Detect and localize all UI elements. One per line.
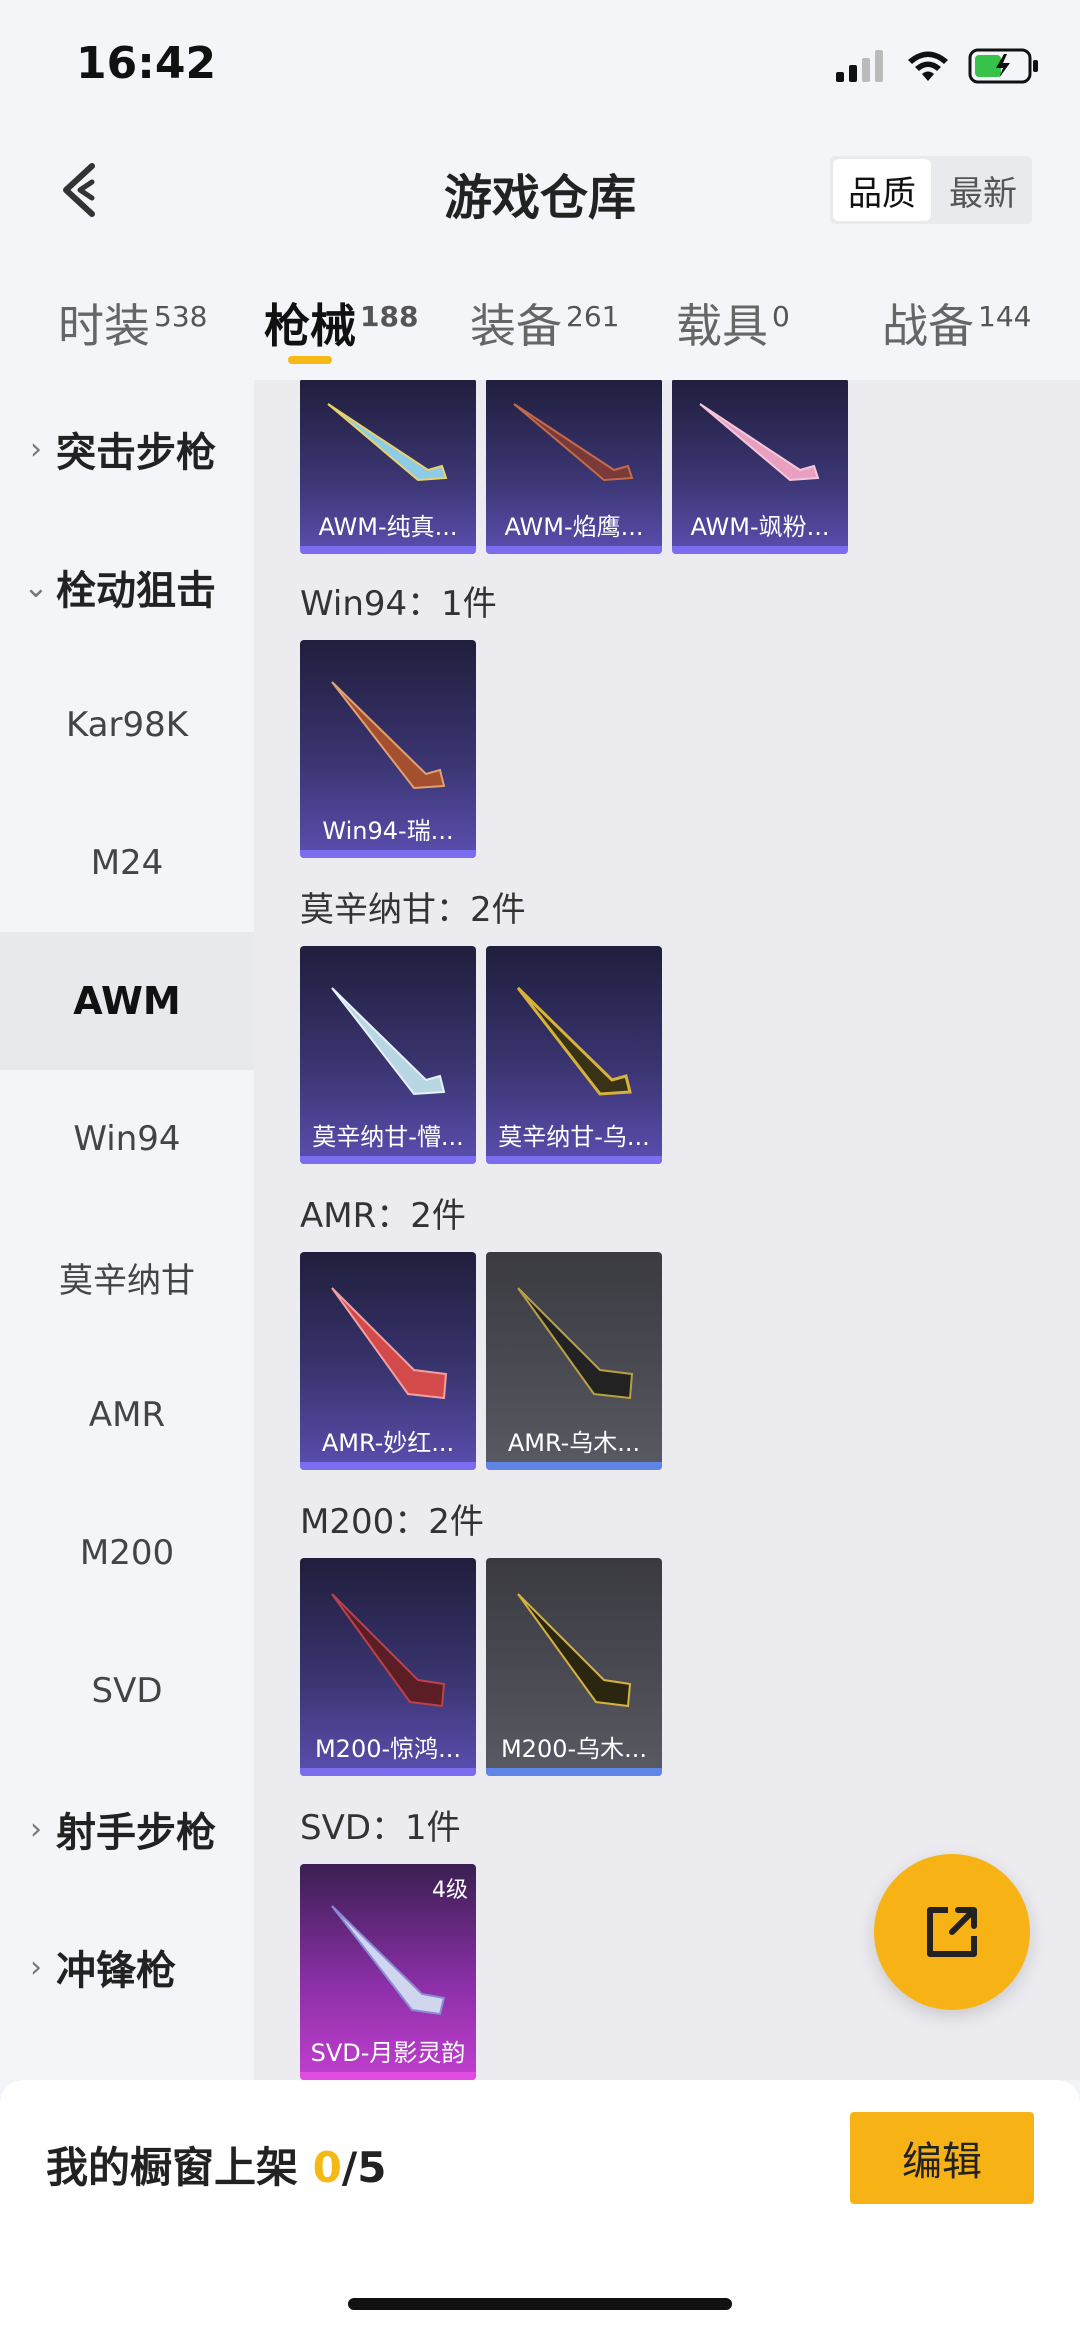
item-card[interactable]: 莫辛纳甘-懵... [300, 946, 476, 1164]
sidebar-item-marksman-rifle[interactable]: › 射手步枪 [0, 1760, 254, 1898]
item-card[interactable]: 莫辛纳甘-乌... [486, 946, 662, 1164]
rifle-icon [331, 1593, 446, 1708]
section-header-svd: SVD：1件 [300, 1808, 461, 1848]
item-card[interactable]: M200-乌木... [486, 1558, 662, 1776]
home-indicator [348, 2298, 732, 2310]
item-card[interactable]: Win94-瑞... [300, 640, 476, 858]
rifle-icon [699, 403, 820, 482]
chevron-down-icon: ⌄ [23, 569, 49, 605]
sidebar-item-m24[interactable]: M24 [0, 794, 254, 932]
sidebar-item-m200[interactable]: M200 [0, 1484, 254, 1622]
chevron-right-icon: › [30, 1811, 42, 1847]
item-card[interactable]: AWM-焰鹰... [486, 380, 662, 554]
showcase-status: 我的橱窗上架 0/5 [46, 2143, 387, 2192]
active-tab-indicator [288, 356, 332, 364]
sidebar-item-bolt-sniper[interactable]: ⌄ 栓动狙击 [0, 518, 254, 656]
chevron-right-icon: › [30, 431, 42, 467]
section-header-amr: AMR：2件 [300, 1196, 466, 1236]
sort-newest-button[interactable]: 最新 [934, 156, 1032, 224]
sidebar-item-svd[interactable]: SVD [0, 1622, 254, 1760]
sort-toggle: 品质 最新 [830, 156, 1032, 224]
rifle-icon [327, 403, 448, 482]
rifle-icon [331, 681, 446, 790]
section-header-m200: M200：2件 [300, 1502, 484, 1542]
rifle-icon [516, 986, 632, 1096]
sidebar-item-mosin[interactable]: 莫辛纳甘 [0, 1208, 254, 1346]
showcase-count: 0 [312, 2143, 342, 2192]
wifi-icon [908, 51, 948, 81]
sidebar-item-smg[interactable]: › 冲锋枪 [0, 1898, 254, 2036]
edit-button[interactable]: 编辑 [850, 2112, 1034, 2204]
section-header-win94: Win94：1件 [300, 584, 497, 624]
weapon-grid: AWM-纯真... AWM-焰鹰... AWM-飒粉... Win94：1件 W… [254, 380, 1080, 2080]
status-time: 16:42 [76, 38, 217, 89]
sidebar-item-assault-rifle[interactable]: › 突击步枪 [0, 380, 254, 518]
rifle-icon [517, 1287, 634, 1400]
tab-guns[interactable]: 枪械 188 [264, 290, 418, 356]
tab-supplies[interactable]: 战备 144 [882, 290, 1031, 356]
sidebar-item-awm[interactable]: AWM [0, 932, 254, 1070]
tab-fashion[interactable]: 时装 538 [58, 290, 207, 356]
section-header-mosin: 莫辛纳甘：2件 [300, 890, 526, 930]
item-card[interactable]: AWM-纯真... [300, 380, 476, 554]
tab-vehicles[interactable]: 载具 0 [676, 290, 790, 356]
sidebar-item-win94[interactable]: Win94 [0, 1070, 254, 1208]
rifle-icon [331, 987, 446, 1096]
rifle-icon [517, 1593, 632, 1708]
category-tabs: 时装 538 枪械 188 装备 261 载具 0 战备 144 [0, 270, 1080, 380]
chevron-right-icon: › [30, 1949, 42, 1985]
weapon-sidebar: › 突击步枪 ⌄ 栓动狙击 Kar98K M24 AWM Win94 莫辛纳甘 AM… [0, 380, 254, 2080]
sort-quality-button[interactable]: 品质 [833, 159, 931, 221]
rifle-icon [331, 1287, 448, 1400]
share-icon [927, 1907, 977, 1957]
battery-icon [968, 48, 1038, 84]
status-bar: 16:42 [0, 0, 1080, 130]
sidebar-item-kar98k[interactable]: Kar98K [0, 656, 254, 794]
tab-equipment[interactable]: 装备 261 [470, 290, 619, 356]
sidebar-item-amr[interactable]: AMR [0, 1346, 254, 1484]
share-button[interactable] [874, 1854, 1030, 2010]
rifle-icon [513, 403, 634, 482]
item-card[interactable]: 4级 SVD-月影灵韵 [300, 1864, 476, 2080]
item-card[interactable]: AWM-飒粉... [672, 380, 848, 554]
item-card[interactable]: AMR-乌木... [486, 1252, 662, 1470]
item-card[interactable]: M200-惊鸿... [300, 1558, 476, 1776]
rifle-icon [331, 1905, 446, 2016]
item-card[interactable]: AMR-妙红... [300, 1252, 476, 1470]
signal-icon [836, 50, 883, 82]
status-icons [836, 48, 1040, 84]
